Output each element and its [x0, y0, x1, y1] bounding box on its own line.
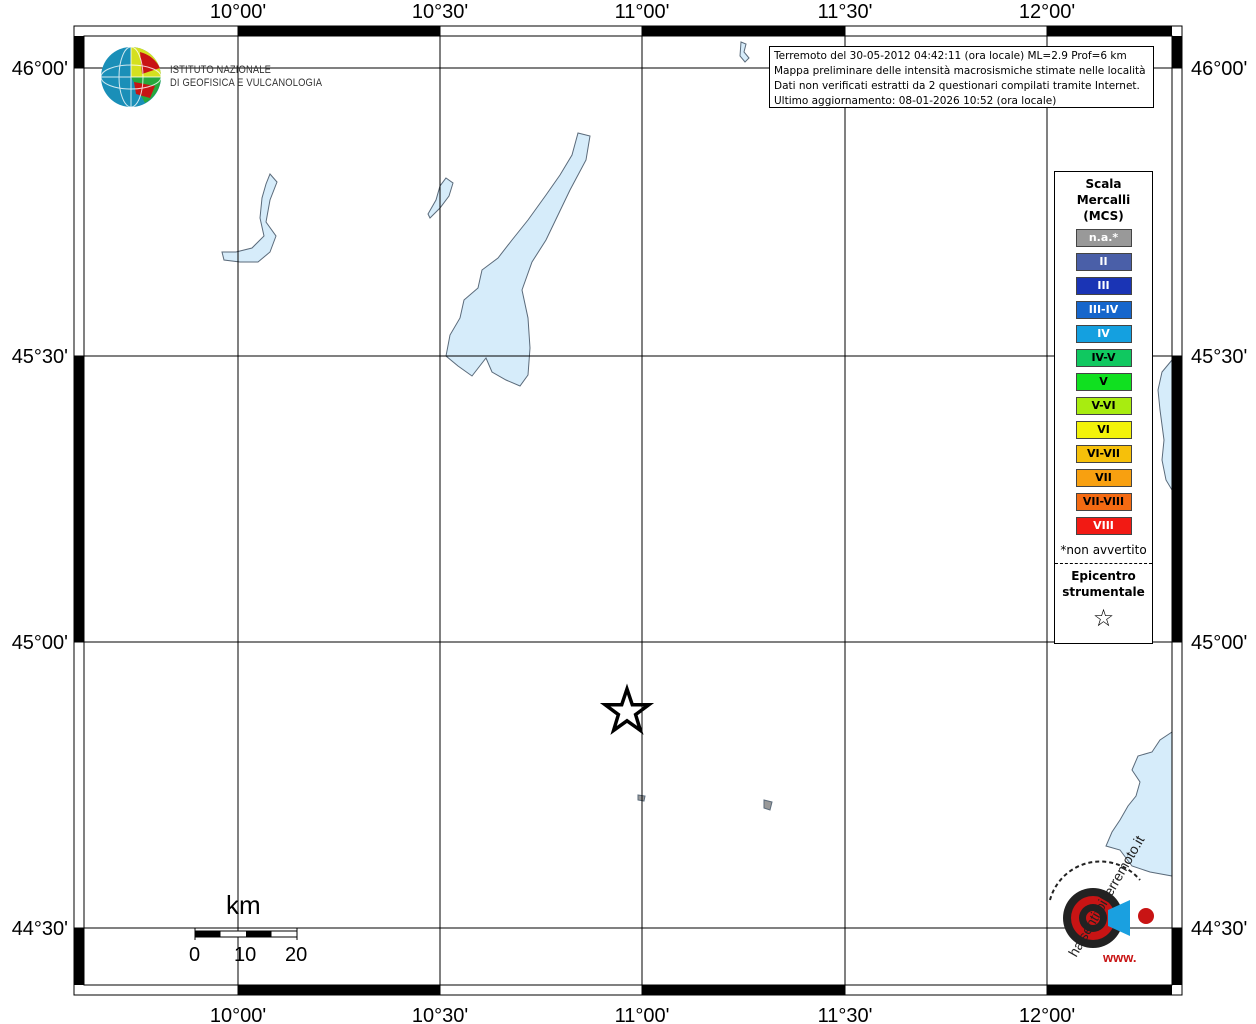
- legend-epicenter-line: strumentale: [1062, 585, 1145, 599]
- legend-separator: [1055, 563, 1152, 564]
- scale-unit: km: [226, 890, 261, 920]
- legend-swatch: VIII: [1075, 517, 1132, 535]
- lon-ticks-bottom: 10°00' 10°30' 11°00' 11°30' 12°00': [210, 1005, 1075, 1024]
- lat-ticks-left: 46°00' 45°30' 45°00' 44°30': [12, 58, 68, 940]
- lon-tick: 10°00': [210, 1005, 266, 1024]
- lon-tick: 10°00': [210, 1, 266, 23]
- legend-swatch: VI: [1075, 421, 1132, 439]
- event-info-line: Dati non verificati estratti da 2 questi…: [774, 80, 1140, 92]
- lon-tick: 11°30': [818, 1, 873, 23]
- legend-epicenter-label: Epicentro strumentale: [1055, 568, 1152, 600]
- legend-swatch: VI-VII: [1075, 445, 1132, 463]
- legend-swatch: III: [1075, 277, 1132, 295]
- lat-tick: 45°30': [1191, 346, 1247, 368]
- lat-tick: 45°30': [12, 346, 68, 368]
- legend-title-line: Mercalli: [1076, 193, 1131, 207]
- event-info-line: Terremoto del 30-05-2012 04:42:11 (ora l…: [774, 50, 1127, 62]
- scale-label: 0: [189, 944, 201, 966]
- lake-iseo: [221, 173, 278, 263]
- legend-swatch: V: [1075, 373, 1132, 391]
- lon-tick: 10°30': [412, 1, 468, 23]
- lon-tick: 12°00': [1019, 1, 1075, 23]
- lat-tick: 45°00': [12, 632, 68, 654]
- lat-tick: 45°00': [1191, 632, 1247, 654]
- small-lake-2: [763, 799, 773, 811]
- water-bodies: [221, 41, 1173, 877]
- legend-title-line: (MCS): [1083, 209, 1124, 223]
- lat-ticks-right: 46°00' 45°30' 45°00' 44°30': [1191, 58, 1247, 940]
- legend-swatch: II: [1075, 253, 1132, 271]
- scale-label: 20: [285, 944, 308, 966]
- scale-label: 10: [234, 944, 257, 966]
- watermark-url: www.: [1102, 950, 1136, 965]
- legend-swatch: VII: [1075, 469, 1132, 487]
- legend-swatch: III-IV: [1075, 301, 1132, 319]
- event-info-line: Ultimo aggiornamento: 08-01-2026 10:52 (…: [774, 95, 1057, 107]
- globe-icon: [100, 46, 162, 108]
- lon-tick: 11°00': [615, 1, 670, 23]
- legend-swatch: IV-V: [1075, 349, 1132, 367]
- lon-tick: 10°30': [412, 1005, 468, 1024]
- adriatic-north: [1157, 358, 1173, 492]
- legend-title: Scala Mercalli (MCS): [1055, 176, 1152, 224]
- lon-tick: 11°30': [818, 1005, 873, 1024]
- intensity-legend: Scala Mercalli (MCS) n.a.* II III III-IV IV I…: [1054, 171, 1153, 644]
- lake-garda: [445, 132, 591, 387]
- ingv-name: ISTITUTO NAZIONALE DI GEOFISICA E VULCAN…: [170, 64, 322, 90]
- graticule: [74, 26, 1182, 995]
- lon-tick: 12°00': [1019, 1005, 1075, 1024]
- legend-swatch: VII-VIII: [1075, 493, 1132, 511]
- watermark-logo: haisentitoilterremoto.it www.: [1049, 833, 1154, 965]
- lat-tick: 44°30': [1191, 918, 1247, 940]
- map-frame: [73, 25, 1183, 996]
- legend-star-icon: ☆: [1092, 604, 1115, 632]
- legend-note: *non avvertito: [1060, 543, 1147, 557]
- lat-tick: 46°00': [12, 58, 68, 80]
- lat-tick: 46°00': [1191, 58, 1247, 80]
- lat-tick: 44°30': [12, 918, 68, 940]
- lake-north: [739, 41, 750, 63]
- legend-swatch: n.a.*: [1075, 229, 1132, 247]
- scale-bar: km 0 10 20: [186, 890, 316, 970]
- legend-title-line: Scala: [1085, 177, 1122, 191]
- legend-items: n.a.* II III III-IV IV IV-V V V-VI VI VI-VII VII VI…: [1055, 229, 1152, 535]
- legend-swatch: IV: [1075, 325, 1132, 343]
- scale-bar-graphic: [194, 928, 298, 940]
- ingv-name-line2: DI GEOFISICA E VULCANOLOGIA: [170, 77, 323, 89]
- legend-swatch: V-VI: [1075, 397, 1132, 415]
- ingv-name-line1: ISTITUTO NAZIONALE: [170, 64, 272, 76]
- lon-tick: 11°00': [615, 1005, 670, 1024]
- lon-ticks-top: 10°00' 10°30' 11°00' 11°30' 12°00': [210, 1, 1075, 23]
- event-info-line: Mappa preliminare delle intensità macros…: [774, 65, 1146, 77]
- event-info-box: Terremoto del 30-05-2012 04:42:11 (ora l…: [769, 46, 1154, 108]
- ingv-logo: ISTITUTO NAZIONALE DI GEOFISICA E VULCAN…: [100, 46, 330, 110]
- legend-epicenter-line: Epicentro: [1071, 569, 1136, 583]
